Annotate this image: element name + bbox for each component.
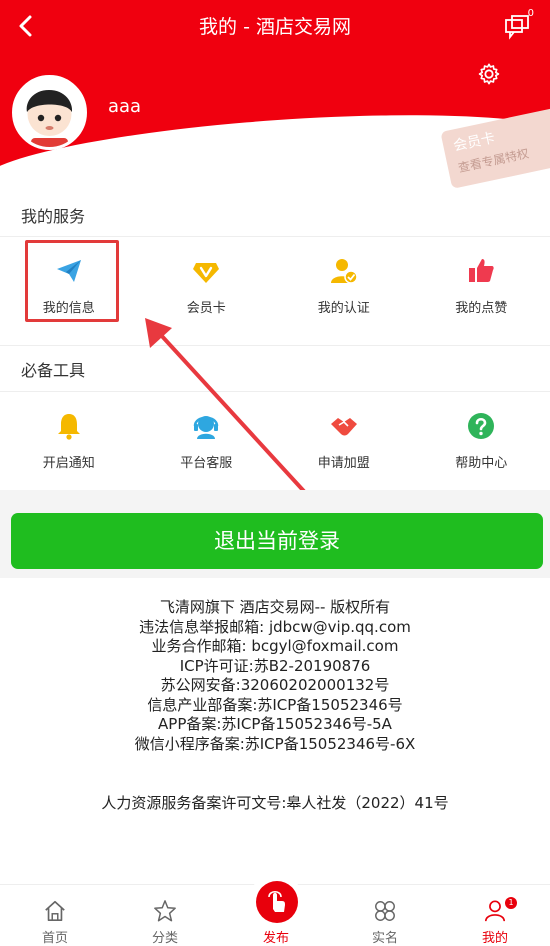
footer-line: 违法信息举报邮箱: jdbcw@vip.qq.com (139, 617, 411, 636)
footer-info: 飞清网旗下 酒店交易网-- 版权所有 违法信息举报邮箱: jdbcw@vip.q… (0, 598, 550, 754)
footer-line: 苏公网安备:32060202000132号 (160, 676, 390, 694)
footer-line: 飞清网旗下 酒店交易网-- 版权所有 (159, 598, 391, 616)
hr-license-line: 人力资源服务备案许可文号:皋人社发（2022）41号 (101, 794, 449, 812)
footer-line: ICP许可证:苏B2-20190876 (179, 656, 371, 675)
publish-label[interactable]: 发布 (248, 927, 304, 946)
tab-mine[interactable]: 我的 (440, 885, 550, 946)
tab-home[interactable]: 首页 (0, 885, 110, 946)
tab-label: 分类 (151, 931, 178, 946)
tab-realname[interactable]: 实名 (330, 885, 440, 946)
tab-label: 我的 (481, 931, 508, 946)
tab-category[interactable]: 分类 (110, 885, 220, 946)
tab-label: 首页 (41, 931, 68, 946)
page: 我的 - 酒店交易网 0 aaa 会员卡 查看专属特权 我的服务 我的信息 会员… (0, 0, 550, 946)
logout-button[interactable]: 退出当前登录 (11, 513, 543, 569)
footer-line: 业务合作邮箱: bcgyl@foxmail.com (151, 637, 399, 655)
footer-line: 信息产业部备案:苏ICP备15052346号 (147, 695, 403, 714)
publish-icon (268, 890, 285, 912)
grid-icon (375, 901, 395, 921)
publish-button[interactable] (256, 881, 298, 923)
star-icon (154, 900, 176, 922)
footer-line: 微信小程序备案:苏ICP备15052346号-6X (134, 734, 416, 753)
home-icon (45, 900, 65, 922)
footer-line: APP备案:苏ICP备15052346号-5A (158, 715, 392, 733)
mine-notification-badge: 1 (505, 897, 517, 909)
tab-label: 实名 (371, 931, 398, 946)
